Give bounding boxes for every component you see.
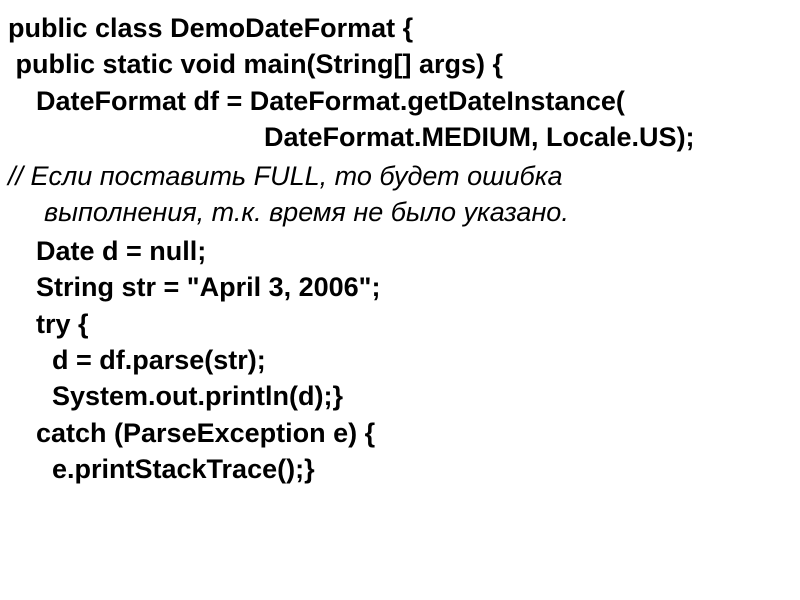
- code-line: Date d = null;: [8, 233, 792, 269]
- code-line: try {: [8, 306, 792, 342]
- code-line: catch (ParseException e) {: [8, 415, 792, 451]
- comment-text: // Если поставить FULL, то будет ошибка: [8, 161, 563, 191]
- code-line: public class DemoDateFormat {: [8, 10, 792, 46]
- code-comment: // Если поставить FULL, то будет ошибка …: [8, 158, 792, 231]
- comment-text: выполнения, т.к. время не было указано.: [8, 194, 792, 230]
- code-line: String str = "April 3, 2006";: [8, 269, 792, 305]
- code-line: e.printStackTrace();}: [8, 451, 792, 487]
- code-line: System.out.println(d);}: [8, 378, 792, 414]
- code-line: DateFormat.MEDIUM, Locale.US);: [8, 119, 792, 155]
- code-line: DateFormat df = DateFormat.getDateInstan…: [8, 83, 792, 119]
- code-slide: public class DemoDateFormat { public sta…: [0, 0, 800, 488]
- code-line: d = df.parse(str);: [8, 342, 792, 378]
- code-line: public static void main(String[] args) {: [8, 46, 792, 82]
